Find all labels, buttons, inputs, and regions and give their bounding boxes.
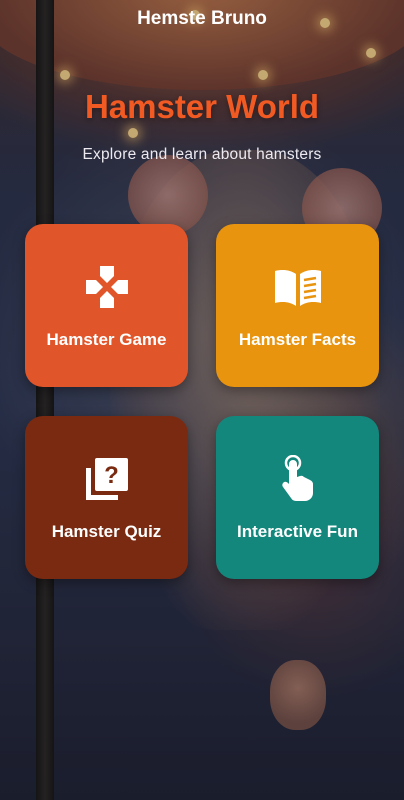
interactive-fun-label: Interactive Fun xyxy=(237,522,358,541)
svg-text:?: ? xyxy=(104,462,119,489)
hamster-facts-label: Hamster Facts xyxy=(238,330,357,349)
hamster-quiz-label: Hamster Quiz xyxy=(51,522,162,541)
hamster-facts-button[interactable]: Hamster Facts xyxy=(216,224,379,387)
app-bar-title: Hemste Bruno xyxy=(137,8,267,29)
touch-hand-icon xyxy=(278,455,318,502)
page-subtitle: Explore and learn about hamsters xyxy=(82,146,322,163)
interactive-fun-button[interactable]: Interactive Fun xyxy=(216,416,379,579)
page-title: Hamster World xyxy=(84,88,320,125)
quiz-question-icon: ? xyxy=(84,456,130,502)
hamster-game-button[interactable]: Hamster Game xyxy=(25,224,188,387)
open-book-icon xyxy=(273,264,323,310)
gamepad-cross-icon xyxy=(84,264,130,310)
hamster-game-label: Hamster Game xyxy=(46,330,167,349)
hamster-quiz-button[interactable]: ? Hamster Quiz xyxy=(25,416,188,579)
